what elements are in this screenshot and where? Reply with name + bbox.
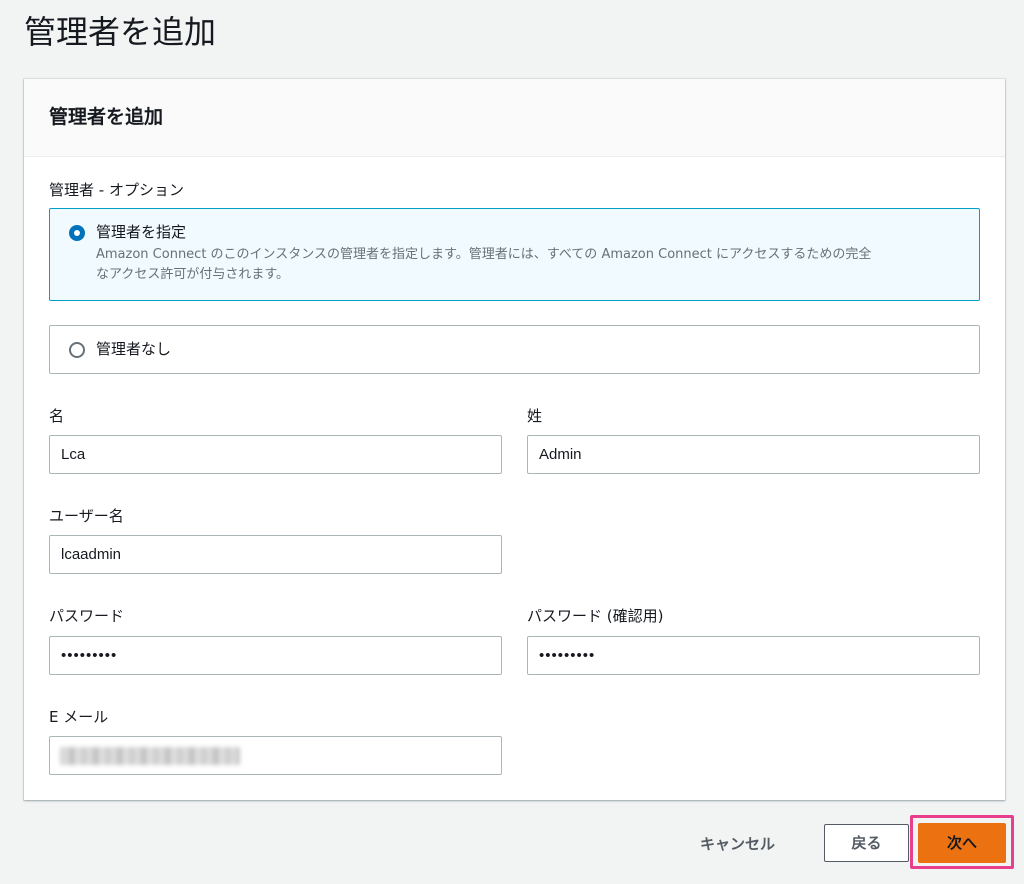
option-title-specify-admin: 管理者を指定	[96, 223, 187, 241]
radio-button-specify-admin[interactable]	[69, 225, 85, 241]
panel-header: 管理者を追加	[24, 79, 1005, 157]
username-input[interactable]: lcaadmin	[49, 535, 502, 574]
cancel-button[interactable]: キャンセル	[686, 826, 789, 862]
email-label: E メール	[49, 708, 109, 726]
first-name-input[interactable]: Lca	[49, 435, 502, 474]
option-title-no-admin: 管理者なし	[96, 340, 172, 358]
radio-option-specify-admin[interactable]: 管理者を指定 Amazon Connect のこのインスタンスの管理者を指定しま…	[49, 208, 980, 301]
blurred-email-value	[60, 747, 240, 765]
first-name-label: 名	[49, 407, 65, 425]
radio-button-no-admin[interactable]	[69, 342, 85, 358]
last-name-label: 姓	[527, 407, 543, 425]
password-confirm-label: パスワード (確認用)	[527, 607, 664, 625]
page-title: 管理者を追加	[24, 13, 217, 51]
username-label: ユーザー名	[49, 507, 124, 525]
panel-title: 管理者を追加	[49, 106, 164, 128]
back-button[interactable]: 戻る	[824, 824, 909, 862]
option-description: Amazon Connect のこのインスタンスの管理者を指定します。管理者には…	[96, 247, 872, 282]
admin-option-label: 管理者 - オプション	[49, 181, 184, 199]
next-button[interactable]: 次へ	[918, 823, 1006, 863]
radio-option-no-admin[interactable]: 管理者なし	[49, 325, 980, 374]
email-input[interactable]	[49, 736, 502, 775]
last-name-input[interactable]: Admin	[527, 435, 980, 474]
password-confirm-input[interactable]: •••••••••	[527, 636, 980, 675]
add-admin-panel: 管理者を追加 管理者 - オプション 管理者を指定 Amazon Connect…	[24, 79, 1005, 800]
password-label: パスワード	[49, 607, 125, 625]
password-input[interactable]: •••••••••	[49, 636, 502, 675]
